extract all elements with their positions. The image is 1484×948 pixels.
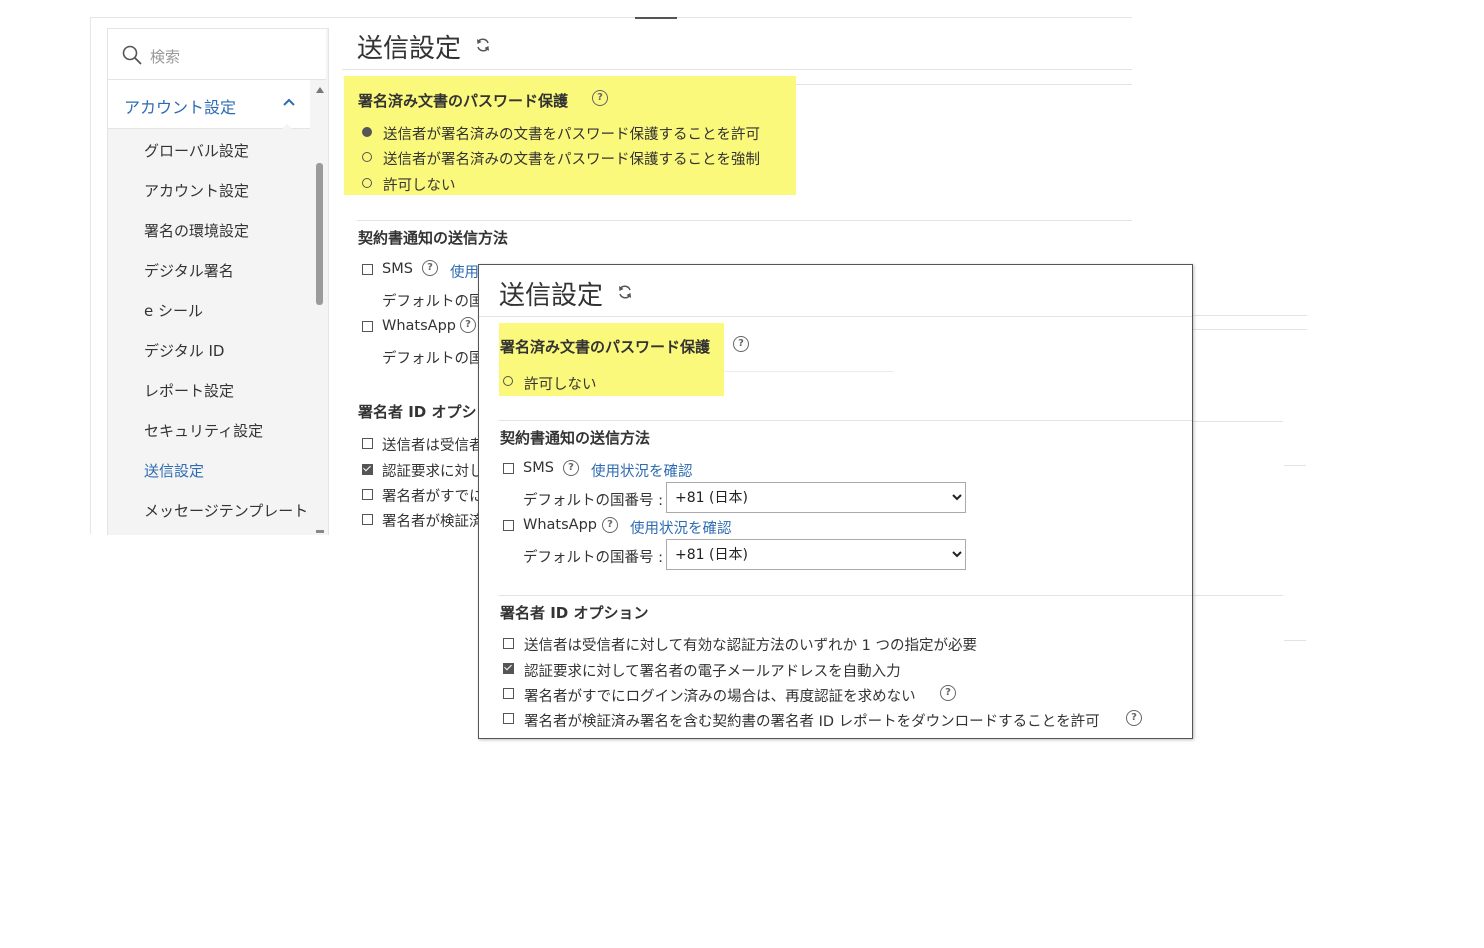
sidebar-item-message-templates[interactable]: メッセージテンプレート [144, 500, 308, 521]
notify-section-heading: 契約書通知の送信方法 [500, 429, 651, 447]
window-top-border [90, 17, 1132, 18]
signer-section-heading: 署名者 ID オプション [500, 604, 649, 622]
sms-checkbox[interactable] [362, 264, 373, 275]
residual-line [724, 371, 894, 372]
radio-password-allow[interactable] [362, 127, 372, 137]
divider [1191, 421, 1283, 422]
help-icon[interactable]: ? [460, 317, 476, 333]
help-icon[interactable]: ? [592, 90, 608, 106]
page-title: 送信設定 [357, 34, 462, 64]
help-icon[interactable]: ? [940, 685, 956, 701]
divider [479, 316, 1192, 317]
sidebar-item-security[interactable]: セキュリティ設定 [144, 420, 263, 441]
help-icon[interactable]: ? [422, 260, 438, 276]
signer-option-checkbox[interactable] [362, 489, 373, 500]
signer-option-checkbox[interactable] [503, 713, 514, 724]
signer-option-label: 認証要求に対し [382, 464, 484, 480]
divider [1191, 315, 1307, 316]
divider [1284, 640, 1306, 641]
divider [499, 420, 1192, 421]
scrollbar-thumb[interactable] [316, 163, 323, 305]
settings-sidebar: 検索 アカウント設定 グローバル設定 アカウント設定 署名の環境設定 デジタル署… [107, 28, 329, 535]
whatsapp-label: WhatsApp [382, 318, 456, 334]
signer-option-label: 署名者が検証済み署名を含む契約書の署名者 ID レポートをダウンロードすることを… [524, 714, 1100, 730]
whatsapp-country-select[interactable]: +81 (日本) [666, 539, 966, 570]
sms-label: SMS [382, 261, 413, 277]
top-indicator [635, 17, 677, 19]
sms-country-select[interactable]: +81 (日本) [666, 482, 966, 513]
signer-option-label: 署名者がすでに [382, 489, 484, 505]
radio-password-force-label: 送信者が署名済みの文書をパスワード保護することを強制 [383, 152, 760, 168]
sidebar-section-account[interactable]: アカウント設定 [108, 80, 310, 131]
search-icon [122, 45, 142, 65]
radio-password-disallow-label: 許可しない [383, 178, 456, 194]
divider [499, 595, 1192, 596]
radio-password-force[interactable] [362, 152, 372, 162]
radio-password-allow-label: 送信者が署名済みの文書をパスワード保護することを許可 [383, 127, 760, 143]
password-section-heading: 署名済み文書のパスワード保護 [358, 92, 569, 110]
sidebar-item-global[interactable]: グローバル設定 [144, 140, 249, 161]
refresh-icon[interactable] [475, 37, 491, 53]
sms-label: SMS [523, 460, 554, 476]
notify-section-heading: 契約書通知の送信方法 [358, 229, 509, 247]
signer-option-checkbox[interactable] [362, 464, 373, 475]
signer-option-label: 認証要求に対して署名者の電子メールアドレスを自動入力 [524, 664, 901, 680]
sidebar-search[interactable]: 検索 [108, 29, 326, 80]
chevron-up-icon[interactable] [282, 95, 296, 109]
signer-option-checkbox[interactable] [503, 638, 514, 649]
whatsapp-default-country-label: デフォルトの国番号 : [523, 550, 663, 566]
divider [342, 69, 1132, 70]
sidebar-scrollbar[interactable] [314, 81, 326, 535]
divider [1284, 465, 1306, 466]
whatsapp-label: WhatsApp [523, 517, 597, 533]
active-notch [280, 124, 294, 131]
help-icon[interactable]: ? [733, 336, 749, 352]
sidebar-item-send-settings[interactable]: 送信設定 [144, 460, 204, 481]
divider [357, 220, 1132, 221]
signer-section-heading: 署名者 ID オプシ [358, 403, 477, 421]
overlay-page-title: 送信設定 [499, 281, 604, 311]
signer-option-checkbox[interactable] [503, 688, 514, 699]
signer-option-label: 送信者は受信者 [382, 438, 484, 454]
radio-password-disallow[interactable] [362, 178, 372, 188]
sidebar-item-report[interactable]: レポート設定 [144, 380, 234, 401]
sms-default-country-label: デフォルトの国番号 : [523, 493, 663, 509]
scroll-down-arrow-icon[interactable] [316, 530, 324, 533]
help-icon[interactable]: ? [563, 460, 579, 476]
whatsapp-default-country-label: デフォルトの国 [382, 351, 484, 367]
sms-usage-link[interactable]: 使用 [450, 261, 479, 282]
divider [1191, 329, 1307, 330]
whatsapp-checkbox[interactable] [503, 520, 514, 531]
help-icon[interactable]: ? [1126, 710, 1142, 726]
password-section-heading: 署名済み文書のパスワード保護 [500, 338, 711, 356]
divider [796, 84, 1132, 85]
sidebar-item-signature-prefs[interactable]: 署名の環境設定 [144, 220, 249, 241]
signer-option-checkbox[interactable] [503, 663, 514, 674]
divider [1191, 595, 1283, 596]
signer-option-checkbox[interactable] [362, 514, 373, 525]
scroll-up-arrow-icon[interactable] [316, 87, 324, 93]
send-settings-zoom-panel: 送信設定 署名済み文書のパスワード保護 ? 許可しない 契約書通知の送信方法 S… [478, 264, 1193, 739]
sidebar-item-eseal[interactable]: e シール [144, 300, 203, 321]
signer-option-label: 署名者が検証済 [382, 514, 484, 530]
signer-option-label: 署名者がすでにログイン済みの場合は、再度認証を求めない [524, 689, 916, 705]
radio-password-disallow-label: 許可しない [524, 377, 597, 393]
window-left-border [90, 17, 91, 534]
signer-option-checkbox[interactable] [362, 438, 373, 449]
sidebar-item-digital-id[interactable]: デジタル ID [144, 340, 224, 361]
sidebar-item-digital-signature[interactable]: デジタル署名 [144, 260, 234, 281]
signer-option-label: 送信者は受信者に対して有効な認証方法のいずれか 1 つの指定が必要 [524, 638, 978, 654]
sms-usage-link[interactable]: 使用状況を確認 [591, 460, 693, 481]
whatsapp-usage-link[interactable]: 使用状況を確認 [630, 517, 732, 538]
refresh-icon[interactable] [617, 284, 633, 300]
search-placeholder[interactable]: 検索 [150, 46, 180, 67]
sms-checkbox[interactable] [503, 463, 514, 474]
whatsapp-checkbox[interactable] [362, 321, 373, 332]
radio-password-disallow[interactable] [503, 376, 513, 386]
sidebar-item-account[interactable]: アカウント設定 [144, 180, 249, 201]
help-icon[interactable]: ? [602, 517, 618, 533]
sms-default-country-label: デフォルトの国 [382, 294, 484, 310]
sidebar-section-label: アカウント設定 [124, 98, 237, 117]
